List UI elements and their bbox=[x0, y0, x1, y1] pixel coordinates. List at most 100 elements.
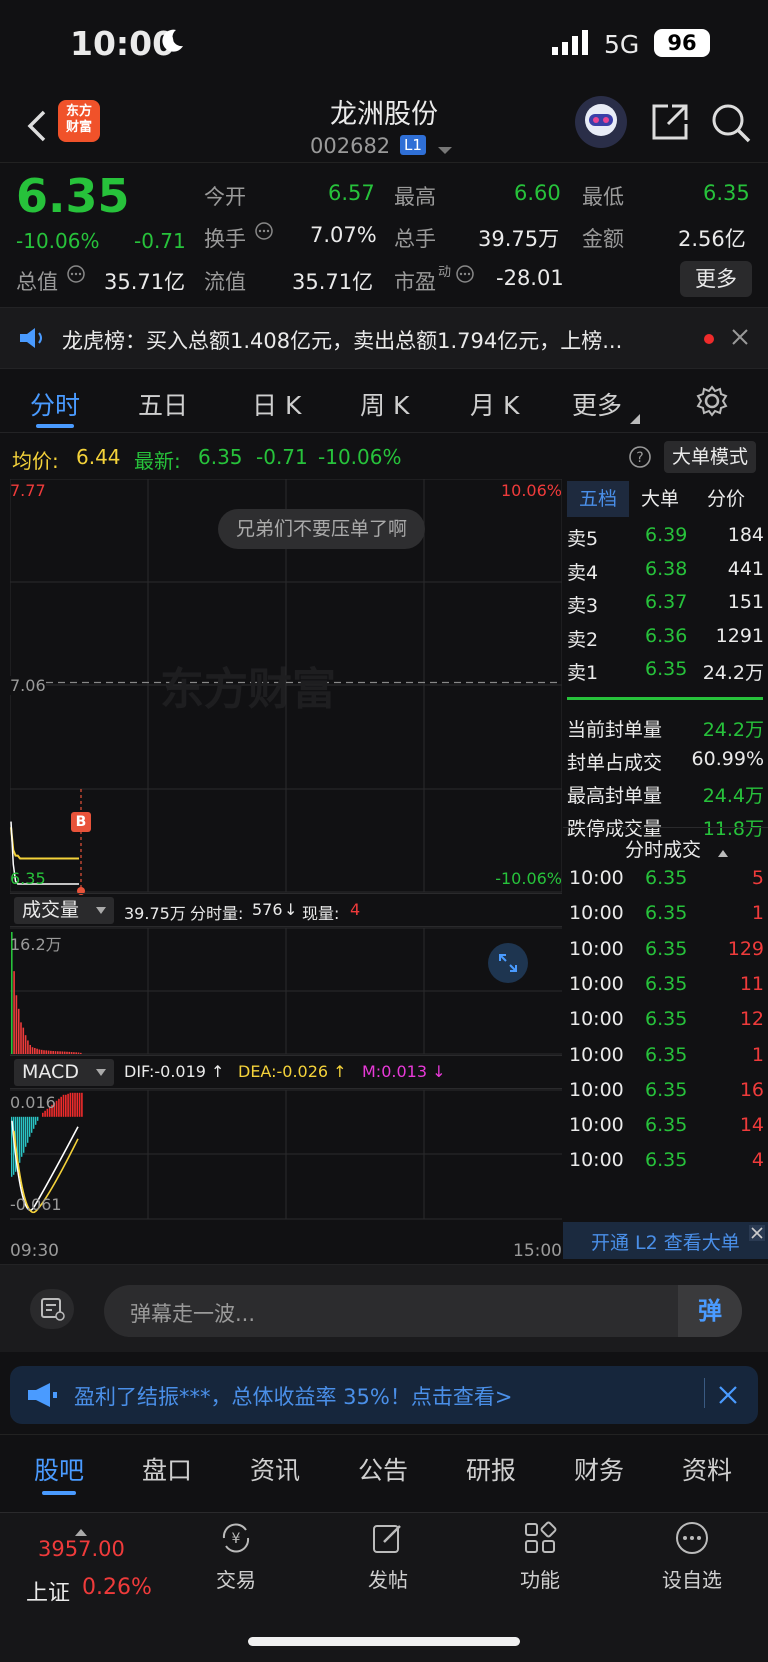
volume-bar bbox=[68, 1051, 71, 1054]
close-icon[interactable] bbox=[731, 328, 749, 350]
macd-bar-negative bbox=[23, 1116, 25, 1153]
macd-bar-negative bbox=[19, 1116, 21, 1163]
ask-volume: 1291 bbox=[715, 624, 764, 647]
l2-banner[interactable]: 开通 L2 查看大单 bbox=[563, 1222, 768, 1259]
amount-label: 金额 bbox=[582, 227, 624, 251]
l2-banner-text: 开通 L2 查看大单 bbox=[591, 1232, 740, 1254]
ask-label: 卖1 bbox=[567, 662, 599, 684]
volume-indicator-select[interactable]: 成交量 bbox=[14, 897, 114, 924]
info-icon[interactable] bbox=[455, 264, 475, 288]
tab-news[interactable]: 资讯 bbox=[250, 1451, 300, 1487]
volume-total: 39.75万 bbox=[124, 904, 186, 923]
ask-row[interactable]: 卖5 6.39 184 bbox=[563, 524, 768, 557]
tab-profile[interactable]: 资料 bbox=[682, 1451, 732, 1487]
tab-week-k[interactable]: 周 K bbox=[360, 386, 409, 422]
unread-dot bbox=[704, 334, 714, 344]
tab-day-k[interactable]: 日 K bbox=[252, 386, 301, 422]
close-icon[interactable] bbox=[718, 1385, 738, 1409]
active-tab-indicator bbox=[36, 424, 74, 428]
intraday-chart[interactable]: 东方财富 7.77 10.06% 7.06 6.35 -10.06% 兄弟们不要… bbox=[10, 479, 562, 1269]
ask-row[interactable]: 卖2 6.36 1291 bbox=[563, 625, 768, 658]
expand-icon[interactable] bbox=[488, 943, 528, 983]
tab-more[interactable]: 更多 bbox=[572, 386, 622, 422]
quote-panel: 6.35 -10.06% -0.71 今开 6.57 最高 6.60 最低 6.… bbox=[0, 162, 768, 307]
battery-icon: 96 bbox=[654, 29, 710, 57]
info-icon[interactable] bbox=[66, 264, 86, 288]
low-label: 最低 bbox=[582, 185, 624, 209]
trade-time: 10:00 bbox=[569, 1114, 624, 1137]
change-pct: -10.06% bbox=[16, 229, 100, 253]
caret-up-icon bbox=[718, 842, 728, 861]
ask-row[interactable]: 卖3 6.37 151 bbox=[563, 591, 768, 624]
volume-header: 成交量 39.75万 分时量: 576 ↓ 现量: 4 bbox=[10, 893, 562, 927]
danmu-toggle-button[interactable]: 弹 bbox=[678, 1285, 742, 1337]
macd-bar-positive bbox=[67, 1093, 69, 1117]
pe-value: -28.01 bbox=[496, 266, 564, 290]
open-value: 6.57 bbox=[328, 181, 375, 205]
tab-five-day[interactable]: 五日 bbox=[138, 386, 188, 422]
tab-pankou[interactable]: 盘口 bbox=[142, 1451, 192, 1487]
trade-time: 10:00 bbox=[569, 1008, 624, 1031]
tab-research[interactable]: 研报 bbox=[466, 1451, 516, 1487]
stock-header: 东方 财富 龙洲股份 002682 L1 bbox=[0, 90, 768, 162]
index-value[interactable]: 3957.00 bbox=[38, 1537, 125, 1561]
tab-announcements[interactable]: 公告 bbox=[358, 1451, 408, 1487]
chevron-down-icon bbox=[96, 1069, 106, 1076]
index-pct[interactable]: 0.26% bbox=[82, 1575, 152, 1600]
level-badge: L1 bbox=[400, 135, 426, 155]
fenshi-volume-label: 分时量: bbox=[190, 904, 244, 923]
share-icon[interactable] bbox=[650, 102, 690, 142]
index-name[interactable]: 上证 bbox=[26, 1575, 70, 1607]
ask-volume: 151 bbox=[727, 591, 764, 613]
nav-trade[interactable]: ¥ 交易 bbox=[176, 1518, 296, 1593]
search-icon[interactable] bbox=[710, 102, 752, 144]
ask-row[interactable]: 卖4 6.38 441 bbox=[563, 558, 768, 591]
tab-fenshi[interactable]: 分时 bbox=[30, 386, 80, 422]
pe-label: 市盈 bbox=[394, 270, 436, 294]
macd-bar-positive bbox=[69, 1092, 72, 1117]
buy-marker[interactable]: B bbox=[71, 812, 91, 832]
ask-label: 卖3 bbox=[567, 595, 599, 617]
macd-bar-positive bbox=[74, 1092, 76, 1117]
close-icon[interactable] bbox=[749, 1225, 765, 1245]
danmu-bubble: 兄弟们不要压单了啊 bbox=[218, 509, 426, 549]
tab-guba[interactable]: 股吧 bbox=[34, 1451, 84, 1487]
svg-text:¥: ¥ bbox=[232, 1531, 241, 1547]
macd-bar-positive bbox=[81, 1092, 83, 1117]
nav-post[interactable]: 发帖 bbox=[328, 1518, 448, 1593]
robot-assistant-icon[interactable] bbox=[575, 96, 627, 148]
trade-row: 10:00 6.35 16 bbox=[563, 1079, 768, 1114]
danmu-input[interactable]: 弹幕走一波... 弹 bbox=[104, 1285, 742, 1337]
tab-five-levels[interactable]: 五档 bbox=[567, 481, 629, 517]
stock-code-row[interactable]: 002682 L1 bbox=[310, 134, 470, 160]
nav-functions[interactable]: 功能 bbox=[480, 1518, 600, 1593]
help-icon[interactable]: ? bbox=[628, 445, 652, 473]
fenshi-volume: 576 bbox=[252, 900, 283, 919]
info-icon[interactable] bbox=[254, 221, 274, 245]
tab-big-orders[interactable]: 大单 bbox=[641, 481, 679, 517]
mktcap-value: 35.71亿 bbox=[104, 270, 186, 294]
volume-bar bbox=[13, 971, 15, 1054]
gear-icon[interactable] bbox=[696, 385, 728, 421]
moon-icon bbox=[158, 27, 186, 55]
trade-price: 6.35 bbox=[645, 937, 688, 960]
chevron-down-icon bbox=[96, 907, 106, 914]
y-axis-top-label: 7.77 bbox=[10, 481, 46, 500]
tab-price-distribution[interactable]: 分价 bbox=[707, 481, 745, 517]
news-ticker[interactable]: 龙虎榜：买入总额1.408亿元，卖出总额1.794亿元，上榜... bbox=[0, 307, 768, 369]
more-button[interactable]: 更多 bbox=[680, 261, 752, 297]
trade-price: 6.35 bbox=[645, 1114, 688, 1137]
danmu-bar: 弹幕走一波... 弹 bbox=[0, 1264, 768, 1352]
promo-banner[interactable]: 盈利了结振***，总体收益率 35%！点击查看> bbox=[10, 1366, 758, 1424]
bigorder-mode-button[interactable]: 大单模式 bbox=[664, 441, 756, 473]
ask-price: 6.37 bbox=[645, 591, 688, 613]
nav-add-watchlist[interactable]: 设自选 bbox=[632, 1518, 752, 1593]
tab-finance[interactable]: 财务 bbox=[574, 1451, 624, 1487]
tab-month-k[interactable]: 月 K bbox=[470, 386, 519, 422]
trades-title[interactable]: 分时成交 bbox=[625, 835, 701, 862]
macd-indicator-select[interactable]: MACD bbox=[14, 1059, 114, 1086]
ask-row[interactable]: 卖1 6.35 24.2万 bbox=[563, 658, 768, 691]
danmu-settings-icon[interactable] bbox=[30, 1289, 74, 1329]
macd-bar-negative bbox=[21, 1116, 23, 1157]
volume-bar bbox=[34, 1047, 36, 1054]
